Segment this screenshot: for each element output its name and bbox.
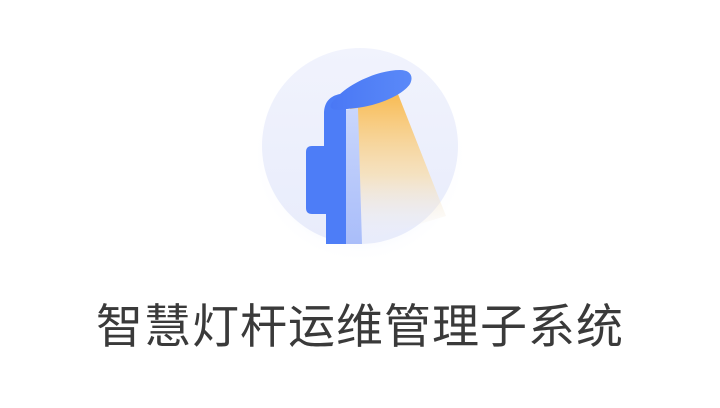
splash-screen: 智慧灯杆运维管理子系统 xyxy=(0,0,720,408)
app-title: 智慧灯杆运维管理子系统 xyxy=(96,300,624,355)
street-lamp-icon xyxy=(252,48,468,264)
app-logo xyxy=(252,48,468,264)
